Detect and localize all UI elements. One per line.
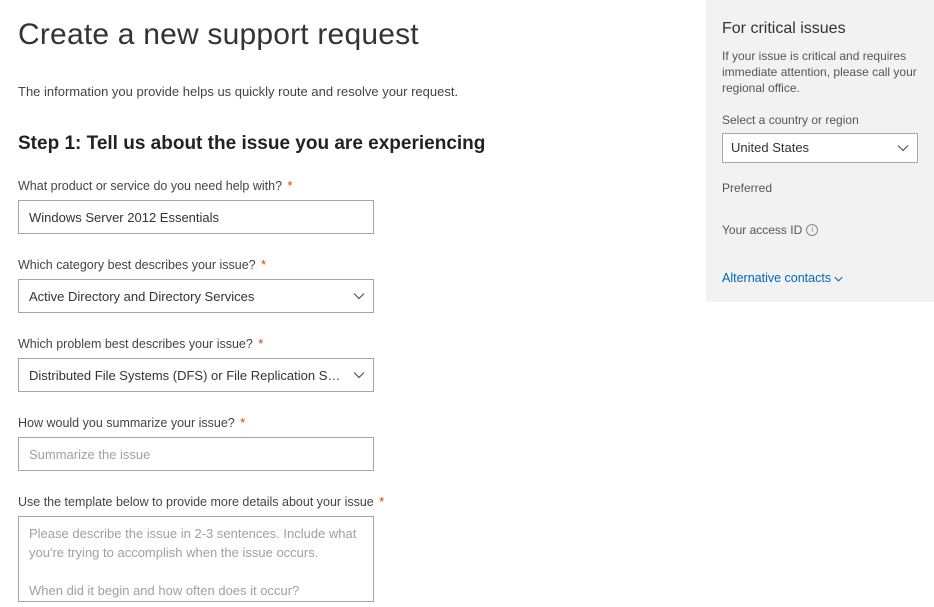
category-label-text: Which category best describes your issue…: [18, 258, 256, 272]
region-label: Select a country or region: [722, 113, 918, 127]
info-icon[interactable]: i: [806, 224, 818, 236]
problem-label: Which problem best describes your issue?…: [18, 337, 678, 351]
details-label: Use the template below to provide more d…: [18, 495, 678, 509]
sidebar: For critical issues If your issue is cri…: [706, 0, 934, 302]
alt-contacts-text: Alternative contacts: [722, 271, 831, 285]
required-marker: *: [379, 495, 384, 509]
intro-text: The information you provide helps us qui…: [18, 84, 678, 99]
category-field: Which category best describes your issue…: [18, 258, 678, 313]
problem-value: Distributed File Systems (DFS) or File R…: [29, 368, 345, 383]
region-value: United States: [731, 140, 809, 155]
required-marker: *: [288, 179, 293, 193]
product-input[interactable]: [18, 200, 374, 234]
problem-label-text: Which problem best describes your issue?: [18, 337, 253, 351]
summary-label-text: How would you summarize your issue?: [18, 416, 235, 430]
summary-field: How would you summarize your issue? *: [18, 416, 678, 471]
required-marker: *: [240, 416, 245, 430]
category-value: Active Directory and Directory Services: [29, 289, 254, 304]
region-select[interactable]: United States: [722, 133, 918, 163]
access-id-label: Your access ID: [722, 223, 802, 237]
problem-select[interactable]: Distributed File Systems (DFS) or File R…: [18, 358, 374, 392]
main-content: Create a new support request The informa…: [0, 0, 706, 562]
details-textarea[interactable]: [18, 516, 374, 602]
sidebar-title: For critical issues: [722, 20, 918, 38]
chevron-down-icon: [834, 271, 843, 285]
step-title: Step 1: Tell us about the issue you are …: [18, 133, 678, 155]
details-label-text: Use the template below to provide more d…: [18, 495, 374, 509]
summary-label: How would you summarize your issue? *: [18, 416, 678, 430]
problem-field: Which problem best describes your issue?…: [18, 337, 678, 392]
access-id-row: Your access ID i: [722, 223, 918, 237]
chevron-down-icon: [353, 292, 365, 300]
product-label: What product or service do you need help…: [18, 179, 678, 193]
required-marker: *: [258, 337, 263, 351]
category-select[interactable]: Active Directory and Directory Services: [18, 279, 374, 313]
sidebar-description: If your issue is critical and requires i…: [722, 48, 918, 97]
preferred-label: Preferred: [722, 181, 918, 195]
chevron-down-icon: [353, 371, 365, 379]
details-field: Use the template below to provide more d…: [18, 495, 678, 607]
page-title: Create a new support request: [18, 18, 678, 52]
product-label-text: What product or service do you need help…: [18, 179, 282, 193]
category-label: Which category best describes your issue…: [18, 258, 678, 272]
required-marker: *: [261, 258, 266, 272]
chevron-down-icon: [897, 144, 909, 152]
summary-input[interactable]: [18, 437, 374, 471]
alternative-contacts-link[interactable]: Alternative contacts: [722, 271, 843, 285]
product-field: What product or service do you need help…: [18, 179, 678, 234]
